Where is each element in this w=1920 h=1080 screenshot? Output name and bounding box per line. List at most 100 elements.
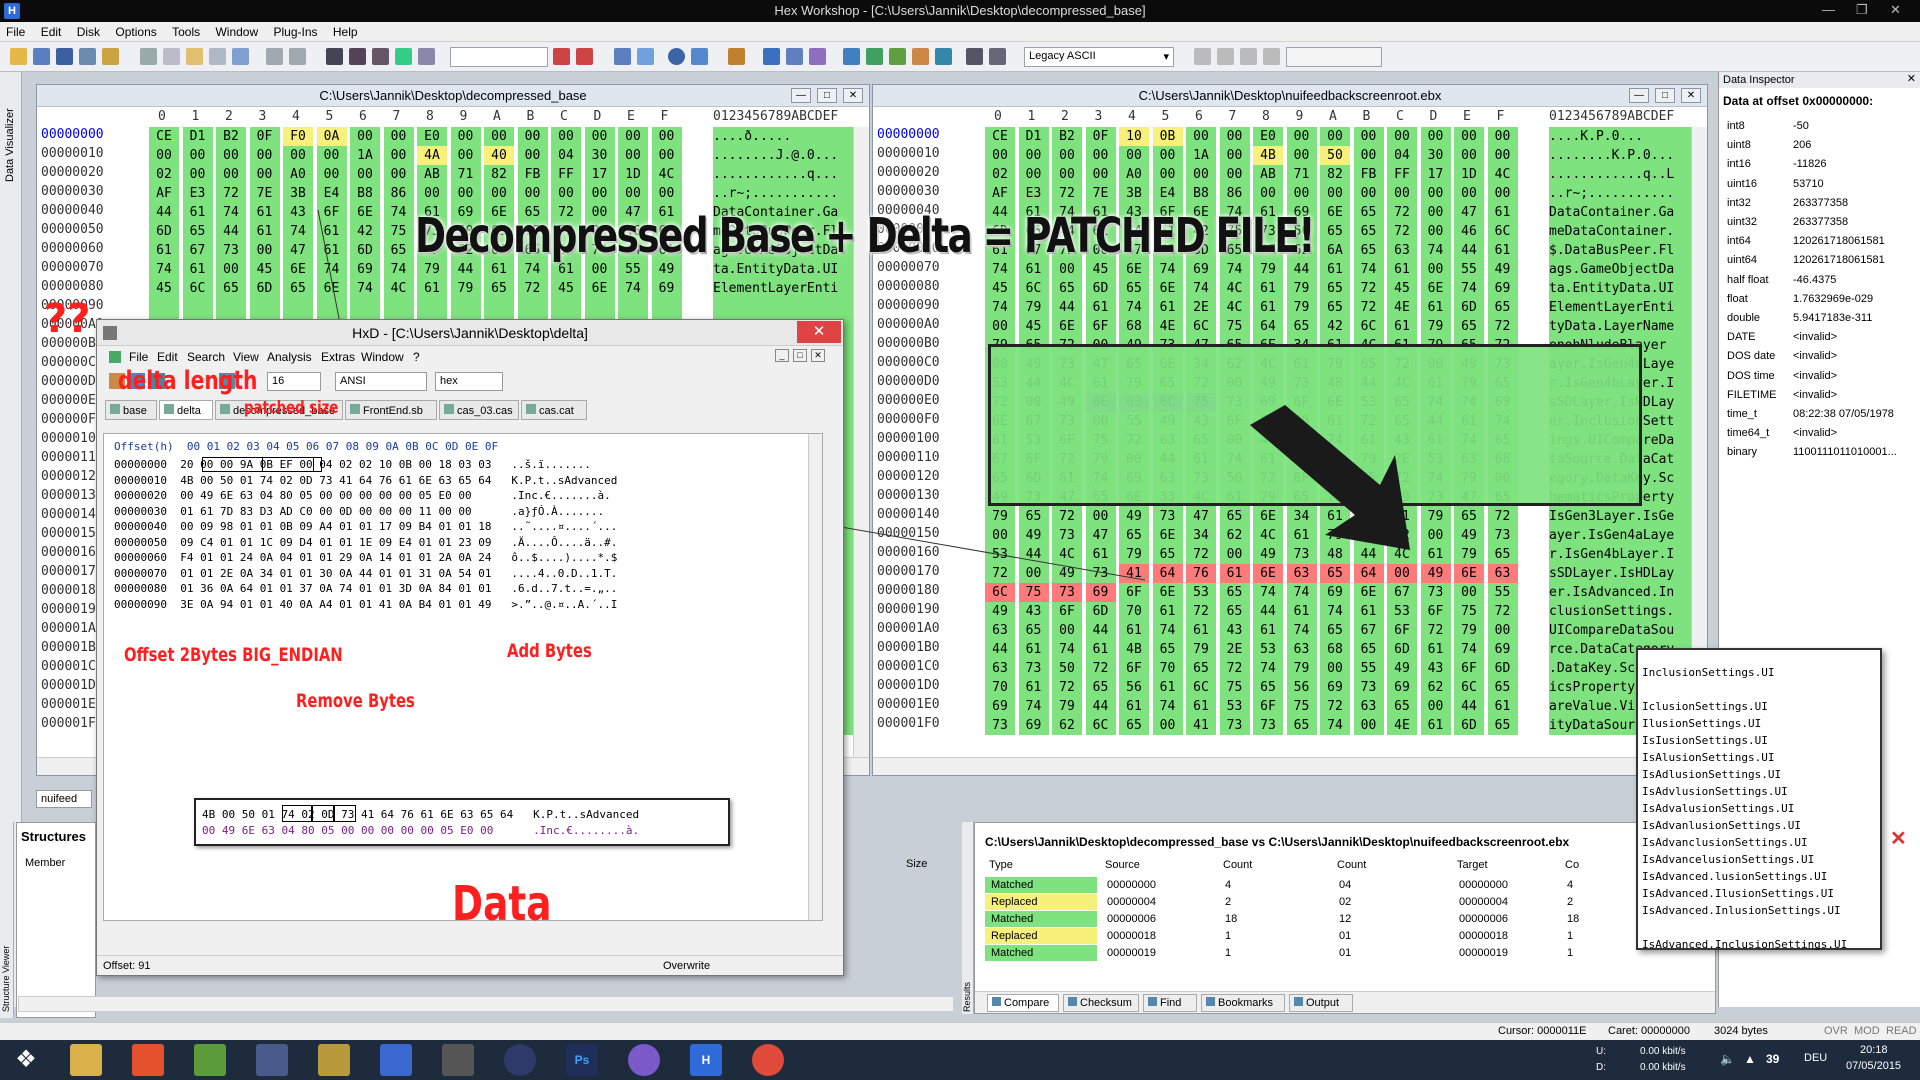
hex-byte[interactable]: 00 — [618, 146, 648, 165]
hex-byte[interactable]: 6E — [584, 279, 615, 298]
hex-byte[interactable]: 73 — [1353, 678, 1384, 697]
hex-byte[interactable]: 00 — [1320, 184, 1350, 203]
ascii-text[interactable]: ayer.IsGen4aLaye — [1549, 526, 1707, 545]
hex-byte[interactable]: 65 — [383, 241, 414, 260]
new-file-icon[interactable] — [10, 48, 27, 65]
hex-byte[interactable]: 61 — [1253, 298, 1283, 317]
hex-byte[interactable]: 61 — [1253, 279, 1283, 298]
hex-byte[interactable]: 17 — [1420, 165, 1451, 184]
results-column-header[interactable]: Count — [1223, 859, 1252, 871]
results-tab[interactable]: Bookmarks — [1201, 994, 1285, 1012]
hex-byte[interactable]: 56 — [1286, 678, 1317, 697]
hex-byte[interactable]: 65 — [1219, 583, 1250, 602]
hex-byte[interactable]: 61 — [417, 279, 447, 298]
hex-byte[interactable]: 74 — [1286, 583, 1317, 602]
hex-byte[interactable]: 49 — [1119, 507, 1149, 526]
find-prev-icon[interactable] — [372, 48, 389, 65]
properties-icon[interactable] — [102, 48, 119, 65]
hex-byte[interactable]: 4B — [1119, 640, 1149, 659]
hex-byte[interactable]: 00 — [1286, 127, 1317, 146]
hex-byte[interactable]: 65 — [1320, 298, 1350, 317]
hex-byte[interactable]: 00 — [1353, 184, 1384, 203]
find-next-icon[interactable] — [349, 48, 366, 65]
results-tab[interactable]: Checksum — [1063, 994, 1139, 1012]
hex-byte[interactable]: 72 — [1085, 659, 1116, 678]
hex-byte[interactable]: 1A — [350, 146, 380, 165]
hex-byte[interactable]: 00 — [484, 184, 514, 203]
hex-byte[interactable]: 72 — [1052, 184, 1082, 203]
hex-byte[interactable]: 6E — [1152, 583, 1183, 602]
inspector-value[interactable]: 53710 — [1793, 178, 1824, 190]
hex-byte[interactable]: 6C — [1085, 716, 1116, 735]
hex-byte[interactable]: 65 — [216, 279, 246, 298]
clock-time[interactable]: 20:18 — [1860, 1044, 1888, 1056]
hex-byte[interactable]: 55 — [1487, 583, 1518, 602]
hex-byte[interactable]: 6F — [1085, 317, 1116, 336]
result-cell[interactable]: 01 — [1339, 930, 1351, 942]
hex-byte[interactable]: 74 — [985, 298, 1015, 317]
chrome-icon[interactable] — [752, 1044, 784, 1076]
hex-byte[interactable]: 1D — [618, 165, 648, 184]
hex-byte[interactable]: 79 — [1420, 317, 1451, 336]
hex-byte[interactable]: 00 — [1085, 507, 1116, 526]
hex-byte[interactable]: D1 — [182, 127, 213, 146]
hex-byte[interactable]: 65 — [1119, 279, 1149, 298]
hex-byte[interactable]: 53 — [1387, 602, 1417, 621]
refresh-icon[interactable] — [395, 48, 412, 65]
hex-byte[interactable]: 44 — [1052, 298, 1082, 317]
menu-disk[interactable]: Disk — [71, 22, 106, 39]
hex-byte[interactable]: A0 — [1119, 165, 1149, 184]
results-column-header[interactable]: Co — [1565, 859, 1579, 871]
goto-back-icon[interactable] — [576, 48, 593, 65]
hex-byte[interactable]: 6D — [249, 279, 280, 298]
hex-byte[interactable]: 61 — [1253, 621, 1283, 640]
result-cell[interactable]: 00000000 — [1107, 879, 1156, 891]
hex-byte[interactable]: 53 — [1186, 583, 1216, 602]
hex-byte[interactable]: 61 — [1487, 241, 1518, 260]
hex-byte[interactable]: 00 — [1420, 260, 1451, 279]
minimize-icon[interactable]: — — [1822, 2, 1835, 17]
result-cell[interactable]: 00000000 — [1459, 879, 1508, 891]
hex-byte[interactable]: 74 — [216, 203, 246, 222]
ascii-text[interactable]: meDataContainer. — [1549, 222, 1707, 241]
hex-byte[interactable]: 79 — [1286, 298, 1317, 317]
hex-byte[interactable]: 82 — [484, 165, 514, 184]
autocomplete-item[interactable]: IsAlusionSettings.UI — [1642, 751, 1774, 764]
hex-byte[interactable]: 4E — [1387, 716, 1417, 735]
hex-byte[interactable]: 00 — [1052, 621, 1082, 640]
result-cell[interactable]: 00000004 — [1107, 896, 1156, 908]
photoshop-icon[interactable]: Ps — [566, 1044, 598, 1076]
hex-byte[interactable]: 71 — [1286, 165, 1317, 184]
hex-byte[interactable]: 72 — [1353, 298, 1384, 317]
hex-byte[interactable]: 61 — [1186, 621, 1216, 640]
hex-byte[interactable]: 69 — [1387, 678, 1417, 697]
structure-viewer-strip[interactable]: Structure Viewer — [0, 822, 14, 1018]
hex-byte[interactable]: B2 — [216, 127, 246, 146]
autocomplete-item[interactable]: IsAdvanced.lusionSettings.UI — [1642, 870, 1827, 883]
hex-byte[interactable]: 61 — [1119, 621, 1149, 640]
minimize-icon[interactable]: _ — [775, 349, 789, 362]
hex-byte[interactable] — [417, 298, 447, 317]
hex-byte[interactable]: 73 — [1052, 583, 1082, 602]
results-tab[interactable]: Output — [1289, 994, 1353, 1012]
ascii-text[interactable]: tyData.LayerName — [1549, 317, 1707, 336]
hex-byte[interactable]: 00 — [651, 146, 682, 165]
hex-byte[interactable]: 65 — [1085, 678, 1116, 697]
hex-byte[interactable]: 00 — [1420, 184, 1451, 203]
hex-byte[interactable]: 00 — [1320, 127, 1350, 146]
ascii-text[interactable]: ElementLayerEnti — [1549, 298, 1707, 317]
hex-byte[interactable]: 74 — [1454, 640, 1484, 659]
hex-byte[interactable]: 74 — [1052, 640, 1082, 659]
hex-byte[interactable]: 74 — [618, 279, 648, 298]
right-hscroll[interactable] — [873, 757, 1707, 775]
hex-byte[interactable]: 00 — [584, 184, 615, 203]
hxd-menu-view[interactable]: View — [233, 350, 259, 364]
inspector-value[interactable]: -46.4375 — [1793, 274, 1836, 286]
hex-byte[interactable]: 45 — [249, 260, 280, 279]
result-cell[interactable]: 4 — [1567, 879, 1573, 891]
hex-byte[interactable]: 6F — [1454, 659, 1484, 678]
hex-byte[interactable]: 6E — [1152, 279, 1183, 298]
hex-byte[interactable]: AB — [417, 165, 447, 184]
hex-byte[interactable]: 00 — [383, 146, 414, 165]
gear-icon[interactable] — [966, 48, 983, 65]
